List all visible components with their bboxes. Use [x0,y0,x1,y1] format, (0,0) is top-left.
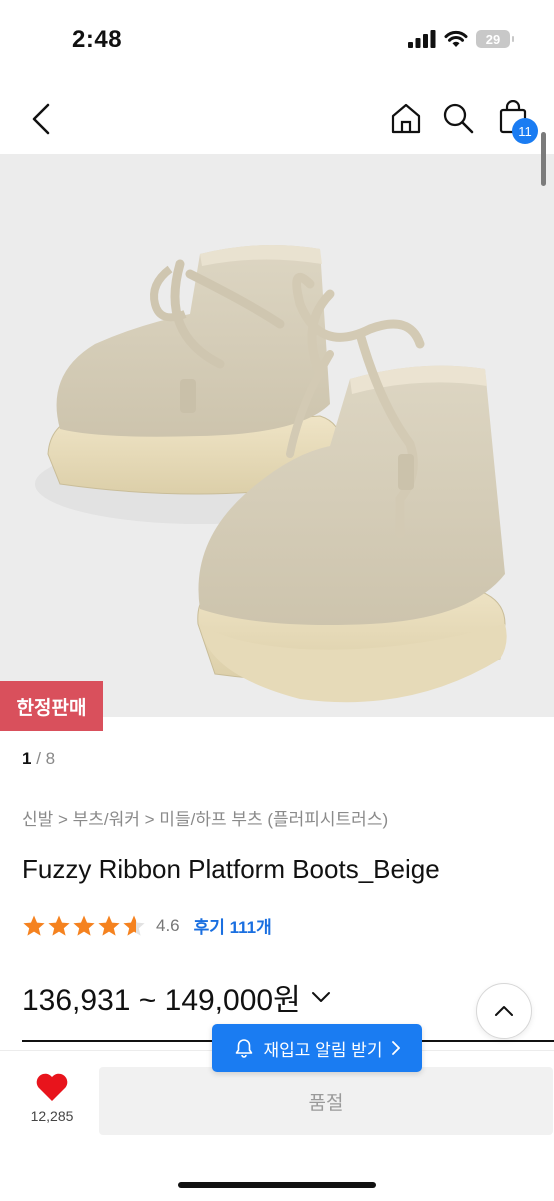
wifi-icon [444,30,468,47]
chevron-left-icon [32,103,50,135]
restock-alert-button[interactable]: 재입고 알림 받기 [212,1024,422,1072]
like-button[interactable]: 12,285 [26,1072,78,1124]
cart-count-badge: 11 [512,118,538,144]
scroll-top-button[interactable] [476,983,532,1039]
restock-label: 재입고 알림 받기 [263,1040,383,1060]
price-range: 136,931 ~ 149,000원 [22,984,301,1017]
rating-row: 4.6 후기 111개 [22,913,272,938]
reviews-link[interactable]: 후기 111개 [194,913,272,938]
limited-edition-badge: 한정판매 [0,681,103,731]
breadcrumb[interactable]: 신발 > 부츠/워커 > 미들/하프 부츠 (플러피시트러스) [22,805,388,830]
star-icon [48,915,70,936]
star-icon [73,915,95,936]
pager-current: 1 [22,749,32,768]
signal-icon [408,30,436,48]
scrollbar[interactable] [541,132,546,186]
battery-indicator: 29 [476,30,514,48]
star-icon [23,915,45,936]
search-icon [443,103,474,134]
back-button[interactable] [24,100,58,138]
status-icons: 29 [408,30,514,48]
bell-icon [235,1039,252,1058]
home-indicator [178,1182,376,1188]
chevron-up-icon [495,1006,513,1016]
heart-icon [36,1073,68,1101]
rating-value: 4.6 [156,915,180,935]
product-title: Fuzzy Ribbon Platform Boots_Beige [22,854,440,884]
rating-stars [22,914,146,938]
home-button[interactable] [388,100,424,136]
image-pager: 1 / 8 [22,749,55,769]
soldout-button[interactable]: 품절 [99,1067,553,1135]
chevron-right-icon [392,1041,401,1055]
chevron-down-icon [311,992,330,1002]
price-row[interactable]: 136,931 ~ 149,000원 [22,975,331,1019]
star-icon [98,915,120,936]
boots-illustration [35,245,507,703]
status-time: 2:48 [72,26,123,53]
search-button[interactable] [440,100,476,136]
home-icon [391,103,421,134]
like-count: 12,285 [30,1108,74,1124]
pager-total: / 8 [36,749,56,768]
product-image[interactable] [0,154,554,717]
star-half-icon [123,915,145,936]
